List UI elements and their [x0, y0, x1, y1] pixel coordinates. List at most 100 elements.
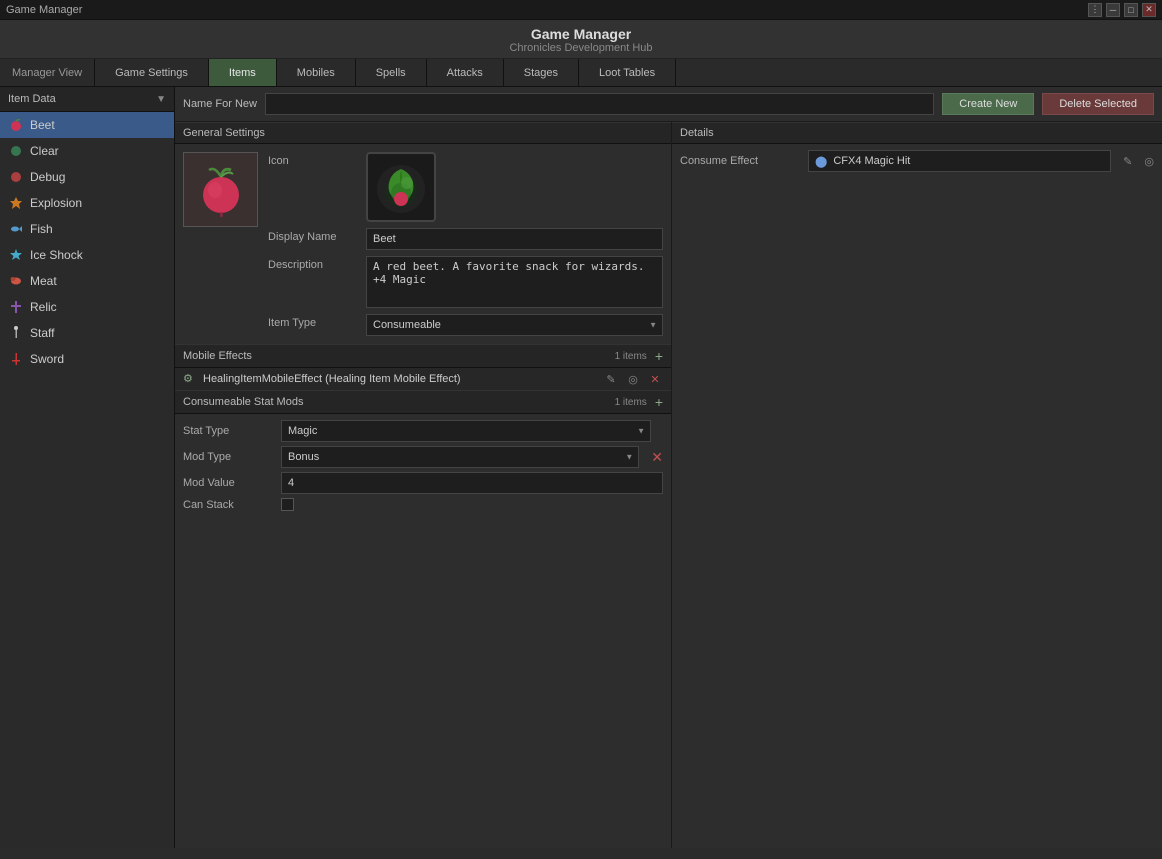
sidebar-item-label-meat: Meat — [30, 274, 57, 288]
mobile-effects-header: Mobile Effects 1 items + — [175, 344, 671, 368]
minimize-btn[interactable]: ─ — [1106, 3, 1120, 17]
item-type-select[interactable]: Consumeable Weapon Armor Quest Misc — [366, 314, 663, 336]
menu-btn[interactable]: ⋮ — [1088, 3, 1102, 17]
can-stack-label: Can Stack — [183, 499, 273, 511]
mod-type-select[interactable]: Bonus Penalty Multiplier — [281, 446, 639, 468]
sidebar-item-clear[interactable]: Clear — [0, 138, 174, 164]
effect-label: HealingItemMobileEffect (Healing Item Mo… — [203, 373, 597, 385]
description-row: Description A red beet. A favorite snack… — [268, 256, 663, 308]
effect-row: ⚙ HealingItemMobileEffect (Healing Item … — [175, 368, 671, 390]
app-header: Game Manager Chronicles Development Hub — [0, 20, 1162, 59]
sidebar-item-beet[interactable]: Beet — [0, 112, 174, 138]
tab-stages[interactable]: Stages — [504, 59, 579, 86]
item-preview-image — [193, 162, 248, 217]
description-textarea[interactable]: A red beet. A favorite snack for wizards… — [366, 256, 663, 308]
description-label: Description — [268, 256, 358, 271]
stat-type-select-wrap: Magic Health Strength Dexterity Intellig… — [281, 420, 651, 442]
tab-attacks[interactable]: Attacks — [427, 59, 504, 86]
stat-mods-add-button[interactable]: + — [655, 395, 663, 409]
create-new-button[interactable]: Create New — [942, 93, 1034, 115]
sidebar-arrow-icon: ▼ — [156, 94, 166, 105]
title-bar: Game Manager ⋮ ─ □ ✕ — [0, 0, 1162, 20]
mobile-effects-add-button[interactable]: + — [655, 349, 663, 363]
effect-edit-button[interactable]: ✎ — [603, 373, 619, 386]
mod-type-row: Mod Type Bonus Penalty Multiplier ✕ — [183, 446, 663, 468]
sidebar-item-label-debug: Debug — [30, 170, 65, 184]
debug-icon — [8, 169, 24, 185]
sidebar-item-label-staff: Staff — [30, 326, 54, 340]
sidebar-item-ice-shock[interactable]: Ice Shock — [0, 242, 174, 268]
sidebar-item-staff[interactable]: Staff — [0, 320, 174, 346]
consumeable-stat-mods-label: Consumeable Stat Mods — [183, 396, 303, 408]
maximize-btn[interactable]: □ — [1124, 3, 1138, 17]
item-type-row: Item Type Consumeable Weapon Armor Quest… — [268, 314, 663, 336]
effect-remove-button[interactable]: ✕ — [647, 373, 663, 386]
icon-field-row: Icon — [268, 152, 663, 222]
general-settings-header: General Settings — [175, 122, 671, 144]
close-btn[interactable]: ✕ — [1142, 3, 1156, 17]
panels-row: General Settings — [175, 122, 1162, 848]
display-name-input[interactable] — [366, 228, 663, 250]
tab-spells[interactable]: Spells — [356, 59, 427, 86]
details-header: Details — [672, 122, 1162, 144]
manager-view-label: Manager View — [0, 59, 95, 86]
sidebar-header: Item Data ▼ — [0, 87, 174, 112]
sidebar-item-meat[interactable]: Meat — [0, 268, 174, 294]
mod-type-label: Mod Type — [183, 451, 273, 463]
stat-mods-content: Stat Type Magic Health Strength Dexterit… — [175, 414, 671, 517]
sidebar-item-label-explosion: Explosion — [30, 196, 82, 210]
item-type-select-wrap: Consumeable Weapon Armor Quest Misc — [366, 314, 663, 336]
mod-type-select-wrap: Bonus Penalty Multiplier — [281, 446, 639, 468]
display-name-label: Display Name — [268, 228, 358, 243]
clear-icon — [8, 143, 24, 159]
sidebar-header-label: Item Data — [8, 93, 56, 105]
beet-icon — [8, 117, 24, 133]
sidebar-item-fish[interactable]: Fish — [0, 216, 174, 242]
can-stack-row: Can Stack — [183, 498, 663, 511]
stat-mods-count: 1 items — [615, 397, 647, 408]
mod-value-label: Mod Value — [183, 477, 273, 489]
name-for-new-input[interactable] — [265, 93, 934, 115]
tab-mobiles[interactable]: Mobiles — [277, 59, 356, 86]
sidebar: Item Data ▼ Beet Clear — [0, 87, 175, 848]
title-bar-label: Game Manager — [6, 4, 82, 16]
sidebar-item-debug[interactable]: Debug — [0, 164, 174, 190]
sidebar-item-relic[interactable]: Relic — [0, 294, 174, 320]
consume-effect-text: CFX4 Magic Hit — [833, 155, 1104, 167]
mod-value-input[interactable] — [281, 472, 663, 494]
sidebar-item-label-sword: Sword — [30, 352, 64, 366]
item-type-label: Item Type — [268, 314, 358, 329]
title-bar-controls: ⋮ ─ □ ✕ — [1088, 3, 1156, 17]
can-stack-checkbox[interactable] — [281, 498, 294, 511]
icon-svg — [371, 157, 431, 217]
sidebar-item-sword[interactable]: Sword — [0, 346, 174, 372]
display-name-row: Display Name — [268, 228, 663, 250]
sidebar-item-label-fish: Fish — [30, 222, 53, 236]
main-layout: Item Data ▼ Beet Clear — [0, 87, 1162, 848]
stat-type-select[interactable]: Magic Health Strength Dexterity Intellig… — [281, 420, 651, 442]
fish-icon — [8, 221, 24, 237]
icon-display — [366, 152, 436, 222]
mod-value-row: Mod Value — [183, 472, 663, 494]
delete-selected-button[interactable]: Delete Selected — [1042, 93, 1154, 115]
content-area: Name For New Create New Delete Selected … — [175, 87, 1162, 848]
consume-effect-icon: ⬤ — [815, 155, 827, 168]
tab-game-settings[interactable]: Game Settings — [95, 59, 209, 86]
consume-effect-edit-button[interactable]: ✎ — [1123, 155, 1132, 168]
sidebar-item-label-relic: Relic — [30, 300, 57, 314]
consume-effect-eye-button[interactable]: ◎ — [1144, 155, 1154, 168]
tab-loot-tables[interactable]: Loot Tables — [579, 59, 676, 86]
sidebar-item-explosion[interactable]: Explosion — [0, 190, 174, 216]
stat-type-row: Stat Type Magic Health Strength Dexterit… — [183, 420, 663, 442]
icon-label: Icon — [268, 152, 358, 167]
details-label: Details — [680, 127, 714, 139]
tab-items[interactable]: Items — [209, 59, 277, 86]
consume-effect-row: Consume Effect ⬤ CFX4 Magic Hit ✎ ◎ — [672, 144, 1162, 178]
effect-eye-button[interactable]: ◎ — [625, 373, 641, 386]
mobile-effects-label: Mobile Effects — [183, 350, 252, 362]
effect-gear-icon: ⚙ — [183, 372, 197, 386]
mod-type-delete-button[interactable]: ✕ — [651, 449, 663, 466]
general-fields: Icon — [268, 152, 663, 336]
consumeable-stat-mods-header: Consumeable Stat Mods 1 items + — [175, 390, 671, 414]
ice-shock-icon — [8, 247, 24, 263]
